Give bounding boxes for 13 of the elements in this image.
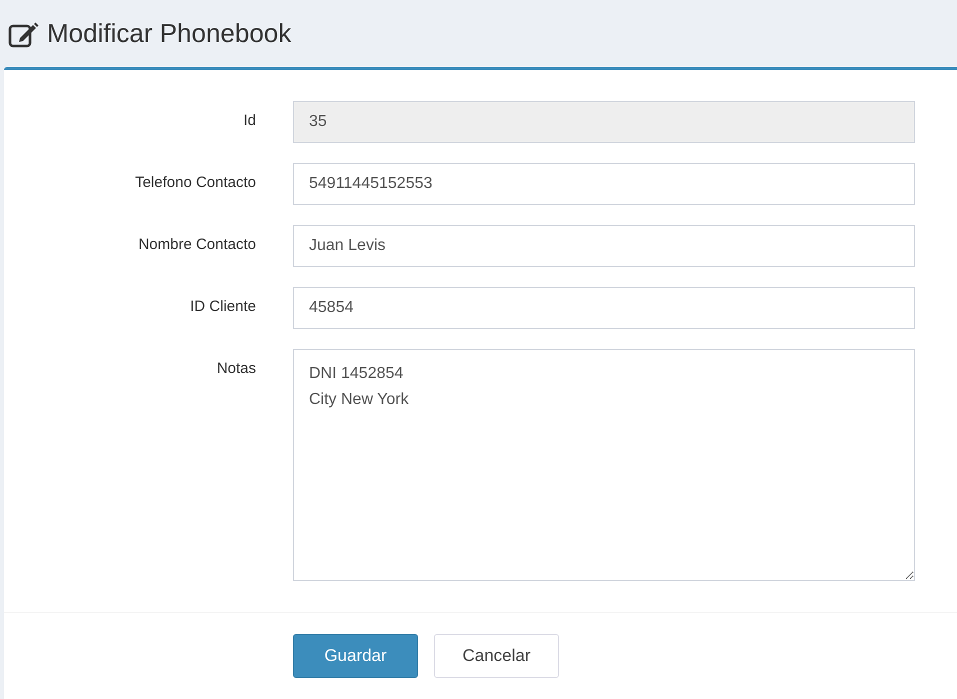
field-label: Id: [242, 111, 256, 131]
notes-textarea[interactable]: DNI 1452854 City New York: [293, 349, 915, 581]
edit-icon: [8, 20, 39, 48]
field-label: Telefono Contacto: [134, 173, 256, 193]
save-button[interactable]: Guardar: [293, 634, 418, 678]
input-field[interactable]: 45854: [293, 287, 915, 329]
field-label: ID Cliente: [189, 297, 256, 317]
field-label: Notas: [216, 359, 256, 379]
page-title: Modificar Phonebook: [47, 18, 292, 50]
input-field[interactable]: 54911445152553: [293, 163, 915, 205]
cancel-button[interactable]: Cancelar: [434, 634, 559, 678]
input-field[interactable]: Juan Levis: [293, 225, 915, 267]
field-label: Nombre Contacto: [137, 235, 256, 255]
